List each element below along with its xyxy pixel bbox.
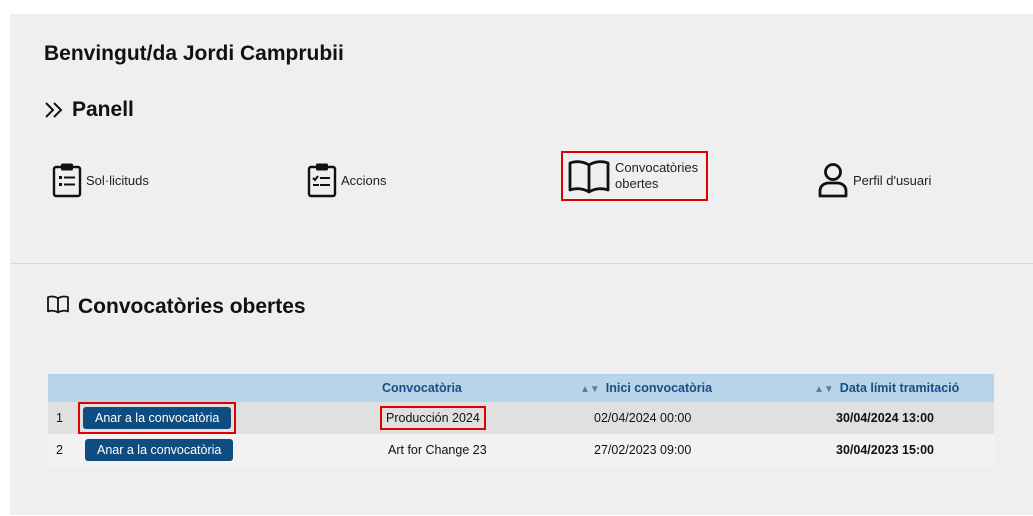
go-to-convocatoria-button[interactable]: Anar a la convocatòria	[83, 407, 232, 429]
tile-accions[interactable]: Accions	[307, 162, 387, 198]
data-limit-cell: 30/04/2024 13:00	[836, 411, 935, 425]
col-header-data-limit[interactable]: ▲▼ Data límit tramitació	[808, 374, 994, 402]
data-limit-cell: 30/04/2023 15:00	[836, 443, 935, 457]
row-number: 2	[56, 443, 63, 457]
clipboard-check-icon	[307, 162, 337, 198]
sort-icon: ▲▼	[580, 384, 600, 395]
convocatoria-name: Producción 2024	[380, 406, 486, 430]
col-header-label: Data límit tramitació	[839, 381, 960, 395]
tile-perfil-usuari[interactable]: Perfil d'usuari	[817, 162, 931, 198]
tile-convocatories-obertes[interactable]: Convocatòries obertes	[560, 151, 709, 201]
double-chevron-right-icon	[44, 101, 66, 119]
open-book-icon	[46, 294, 70, 320]
highlight-box: Anar a la convocatòria	[77, 402, 237, 434]
sort-icon: ▲▼	[814, 384, 834, 395]
inici-cell: 02/04/2024 00:00	[594, 411, 692, 425]
col-header-label: Convocatòria	[382, 381, 462, 395]
tile-label: Sol·licituds	[86, 172, 149, 188]
table-row: 1 Anar a la convocatòria Producción 2024…	[48, 402, 994, 434]
welcome-heading: Benvingut/da Jordi Camprubii	[44, 42, 344, 65]
row-number: 1	[56, 411, 63, 425]
table-header-row: Convocatòria ▲▼ Inici convocatòria ▲▼ Data…	[48, 374, 994, 402]
tile-label-group: Convocatòries obertes	[615, 160, 698, 192]
col-header-inici[interactable]: ▲▼ Inici convocatòria	[574, 374, 808, 402]
panel-title: Panell	[72, 98, 134, 121]
col-header-num	[48, 374, 74, 402]
section-heading: Convocatòries obertes	[46, 294, 306, 320]
user-icon	[817, 162, 849, 198]
col-header-label: Inici convocatòria	[605, 381, 713, 395]
go-to-convocatoria-button[interactable]: Anar a la convocatòria	[85, 439, 234, 461]
col-header-action	[74, 374, 376, 402]
tile-label: Accions	[341, 172, 387, 188]
inici-cell: 27/02/2023 09:00	[594, 443, 692, 457]
section-divider	[10, 263, 1033, 264]
open-book-icon	[567, 157, 611, 195]
tile-label-line2: obertes	[615, 176, 659, 191]
convocatoria-cell: Producción 2024	[376, 402, 574, 434]
panel-heading: Panell	[44, 98, 134, 122]
clipboard-list-icon	[52, 162, 82, 198]
tile-label-line1: Convocatòries	[615, 160, 699, 175]
tile-sol-licituds[interactable]: Sol·licituds	[52, 162, 149, 198]
action-cell: Anar a la convocatòria	[74, 402, 376, 434]
convocatoria-name: Art for Change 23	[388, 443, 487, 457]
action-cell: Anar a la convocatòria	[74, 434, 376, 466]
col-header-convocatoria[interactable]: Convocatòria	[376, 374, 574, 402]
table-row: 2 Anar a la convocatòria Art for Change …	[48, 434, 994, 466]
convocatories-table: Convocatòria ▲▼ Inici convocatòria ▲▼ Data…	[48, 374, 994, 466]
tile-label: Perfil d'usuari	[853, 172, 932, 188]
main-panel: Benvingut/da Jordi Camprubii Panell Sol·…	[10, 14, 1033, 515]
section-title: Convocatòries obertes	[78, 295, 306, 318]
